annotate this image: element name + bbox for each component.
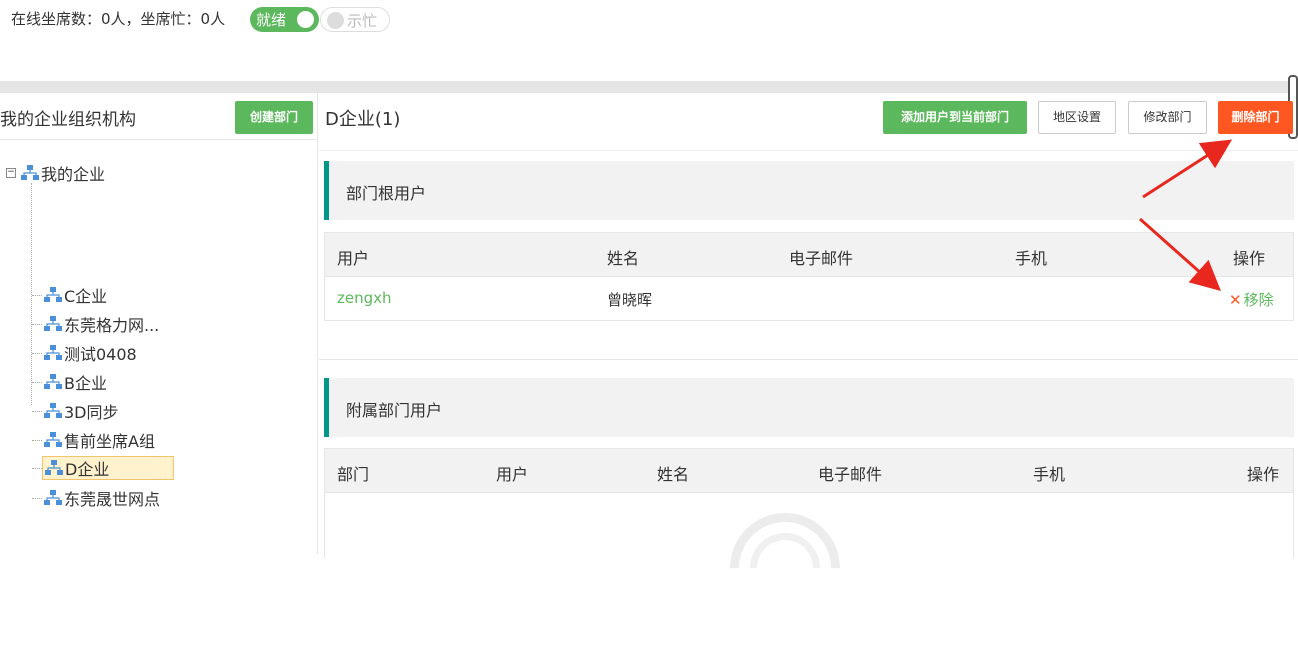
org-tree-panel: 我的企业组织机构 创建部门 − 我的企业 C企业 东莞格力网... 测试0408… [0,93,318,554]
column-header: 手机 [1033,465,1066,484]
tree-connector [32,381,42,383]
column-header: 姓名 [607,249,640,268]
tree-item[interactable]: 售前坐席A组 [32,428,157,452]
tree-node[interactable]: 东莞格力网... [42,312,161,336]
tree-item[interactable]: B企业 [32,370,109,394]
table-header: 部门 用户 姓名 电子邮件 手机 操作 [325,449,1293,493]
tree-node-root[interactable]: − 我的企业 [6,162,105,184]
root-users-table: 用户 姓名 电子邮件 手机 操作 zengxh 曾晓晖 ✕ 移除 [324,232,1294,321]
tree-node[interactable]: 东莞晟世网点 [42,486,162,510]
tree-item[interactable]: 东莞格力网... [32,312,161,336]
tree-node-label: 我的企业 [41,165,106,184]
table-row: zengxh 曾晓晖 ✕ 移除 [325,277,1293,320]
tree-node[interactable]: 3D同步 [42,399,121,423]
busy-toggle[interactable]: 示忙 [320,7,390,32]
org-structure-icon [44,490,62,505]
tree-connector [32,467,42,469]
tree-node[interactable]: B企业 [42,370,109,394]
section-title: 附属部门用户 [346,401,443,420]
column-header: 姓名 [657,465,690,484]
tree-node[interactable]: C企业 [42,283,109,307]
user-name-cell: 曾晓晖 [607,291,653,309]
divider [319,359,1298,360]
modify-department-button[interactable]: 修改部门 [1128,101,1207,134]
root-users-section-header: 部门根用户 [324,161,1294,220]
online-seats-status: 在线坐席数：0人，坐席忙：0人 [11,10,226,28]
remove-user-action[interactable]: ✕ 移除 [1229,289,1274,310]
tree-item[interactable]: 东莞晟世网点 [32,486,162,510]
column-header: 操作 [1247,465,1280,484]
column-header: 电子邮件 [818,465,883,484]
tree-node[interactable]: D企业 [42,456,174,480]
tree-connector [32,294,42,296]
column-header: 电子邮件 [789,249,854,268]
tree-node-label: 东莞晟世网点 [64,490,161,509]
org-structure-icon [44,287,62,302]
section-separator [0,81,1298,93]
org-structure-icon [44,374,62,389]
ready-toggle[interactable]: 就绪 [250,7,319,32]
table-header: 用户 姓名 电子邮件 手机 操作 [325,233,1293,277]
column-header: 部门 [337,465,370,484]
collapse-icon[interactable]: − [6,168,16,178]
busy-toggle-label: 示忙 [347,12,378,30]
create-department-button[interactable]: 创建部门 [235,101,313,134]
tree-item[interactable]: 测试0408 [32,341,139,365]
ready-toggle-label: 就绪 [256,11,287,29]
column-header: 操作 [1233,249,1266,268]
org-panel-title: 我的企业组织机构 [0,110,136,130]
region-settings-button[interactable]: 地区设置 [1038,101,1116,134]
tree-connector [32,410,42,412]
tree-item[interactable]: 3D同步 [32,399,121,423]
tree-node-label: D企业 [65,460,110,479]
tree-node-label: 测试0408 [64,345,137,364]
toggle-knob [327,12,344,29]
org-structure-icon [44,432,62,447]
org-structure-icon [44,403,62,418]
top-status-bar: 在线坐席数：0人，坐席忙：0人 就绪 示忙 [0,0,1298,38]
tree-connector [32,439,42,441]
remove-label: 移除 [1243,291,1274,309]
tree-item[interactable]: C企业 [32,283,109,307]
tree-node-label: B企业 [64,374,107,393]
tree-connector [32,497,42,499]
tree-node[interactable]: 测试0408 [42,341,139,365]
close-icon: ✕ [1229,291,1242,309]
add-user-to-department-button[interactable]: 添加用户到当前部门 [883,101,1027,134]
department-detail-panel: D企业(1) 添加用户到当前部门 地区设置 修改部门 删除部门 部门根用户 用户… [319,93,1298,646]
org-structure-icon [21,165,39,180]
tree-node-label: 售前坐席A组 [64,432,155,451]
column-header: 手机 [1015,249,1048,268]
sub-department-users-section-header: 附属部门用户 [324,378,1294,437]
tree-item-selected[interactable]: D企业 [32,456,174,480]
tree-node-label: 东莞格力网... [64,316,160,335]
org-structure-icon [44,345,62,360]
user-link[interactable]: zengxh [337,289,392,307]
divider [319,150,1298,151]
column-header: 用户 [337,249,370,268]
tree-connector [32,323,42,325]
tree-connector [32,352,42,354]
tree-node-label: C企业 [64,287,108,306]
tree-node[interactable]: 售前坐席A组 [42,428,157,452]
tree-node-label: 3D同步 [64,403,119,422]
section-title: 部门根用户 [346,184,427,203]
department-title: D企业(1) [325,109,401,130]
delete-department-button[interactable]: 删除部门 [1218,101,1293,134]
toggle-knob [297,11,314,28]
divider [0,139,318,140]
org-structure-icon [45,460,63,475]
org-structure-icon [44,316,62,331]
column-header: 用户 [496,465,529,484]
